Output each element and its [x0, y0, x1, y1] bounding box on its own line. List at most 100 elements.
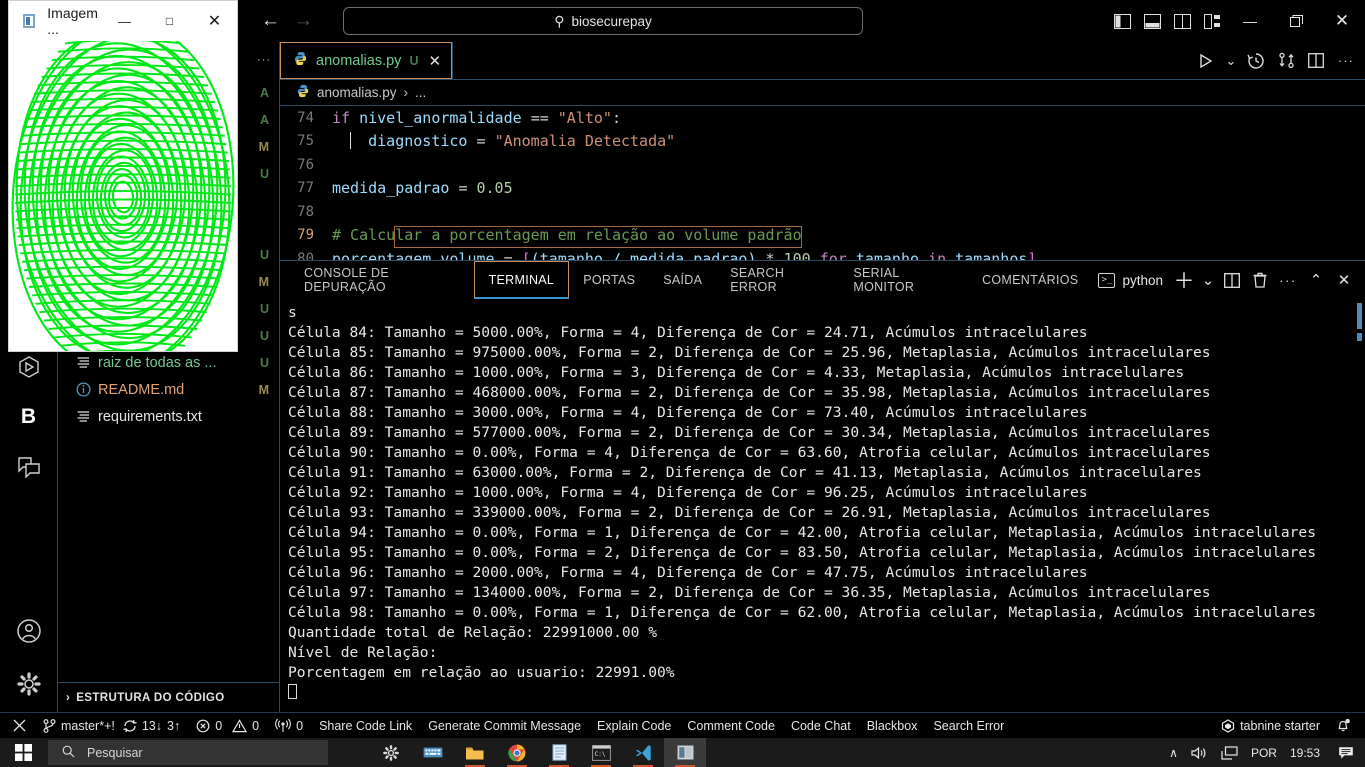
network-icon[interactable]: [1216, 745, 1243, 760]
more-actions-icon[interactable]: ···: [1333, 46, 1359, 76]
python-file-icon: [293, 51, 308, 70]
photos-app-icon[interactable]: [664, 738, 706, 767]
code-line[interactable]: 75 diagnostico = "Anomalia Detectada": [280, 130, 1365, 154]
accounts-icon[interactable]: [0, 606, 58, 656]
code-line[interactable]: 79 # Calcular a porcentagem em relação ao…: [280, 224, 1365, 249]
panel-tab-serial-monitor[interactable]: SERIAL MONITOR: [839, 261, 968, 299]
panel-tab-terminal[interactable]: TERMINAL: [473, 261, 570, 299]
comments-icon[interactable]: [0, 442, 58, 492]
back-arrow-icon[interactable]: ←: [261, 10, 280, 32]
customize-layout-icon[interactable]: [1197, 6, 1227, 36]
panel-tab-coment-rios[interactable]: COMENTÁRIOS: [968, 261, 1092, 299]
panel-tab-console-de-depura-o[interactable]: CONSOLE DE DEPURAÇÃO: [290, 261, 474, 299]
status-command-share-code-link[interactable]: Share Code Link: [311, 713, 420, 739]
status-sync[interactable]: 13↓ 3↑: [123, 713, 188, 739]
code-structure-label: ESTRUTURA DO CÓDIGO: [76, 691, 225, 704]
code-editor[interactable]: 74 if nivel_anormalidade == "Alto": 75 dia…: [280, 106, 1365, 260]
source-control-icon[interactable]: [1273, 46, 1299, 76]
list-item[interactable]: README.md M: [58, 376, 279, 403]
window-restore-button[interactable]: [1273, 0, 1319, 42]
code-structure-section[interactable]: › ESTRUTURA DO CÓDIGO: [58, 682, 279, 712]
tray-language[interactable]: POR: [1246, 746, 1282, 760]
file-explorer-icon[interactable]: [454, 738, 496, 767]
list-item[interactable]: requirements.txt: [58, 403, 279, 430]
forward-arrow-icon[interactable]: →: [294, 10, 313, 32]
terminal-icon: >_: [1098, 272, 1116, 288]
code-line[interactable]: 76: [280, 153, 1365, 177]
git-status-badge: U: [259, 355, 269, 370]
secondary-sidebar-icon[interactable]: [1167, 6, 1197, 36]
terminal-line: Célula 86: Tamanho = 1000.00%, Forma = 3…: [288, 364, 1185, 381]
primary-sidebar-icon[interactable]: [1107, 6, 1137, 36]
line-content: # Calcular a porcentagem em relação ao v…: [332, 226, 802, 249]
keyboard-icon[interactable]: [412, 738, 454, 767]
status-command-code-chat[interactable]: Code Chat: [783, 713, 859, 739]
terminal-line: Quantidade total de Relação: 22991000.00…: [288, 624, 658, 641]
status-command-blackbox[interactable]: Blackbox: [859, 713, 926, 739]
window-minimize-button[interactable]: —: [1227, 0, 1273, 42]
status-command-generate-commit-message[interactable]: Generate Commit Message: [420, 713, 589, 739]
code-line[interactable]: 80 porcentagem_volume = [(tamanho / medid…: [280, 247, 1365, 260]
tray-chevron-up-icon[interactable]: ∧: [1164, 746, 1183, 760]
kill-terminal-icon[interactable]: [1247, 266, 1273, 294]
taskbar-search-input[interactable]: Pesquisar: [48, 740, 328, 765]
image-viewer-close-button[interactable]: ✕: [192, 1, 237, 41]
blackbox-icon[interactable]: B: [0, 392, 58, 442]
terminal-scrollbar-mark: [1357, 333, 1362, 341]
panel-tab-portas[interactable]: PORTAS: [569, 261, 649, 299]
split-terminal-icon[interactable]: [1219, 266, 1245, 294]
list-item[interactable]: raiz de todas as ... U: [58, 349, 279, 376]
window-close-button[interactable]: ✕: [1319, 0, 1365, 42]
breadcrumb-symbol[interactable]: ...: [415, 85, 426, 100]
status-command-search-error[interactable]: Search Error: [925, 713, 1012, 739]
status-tabnine[interactable]: tabnine starter: [1213, 713, 1328, 739]
explorer-more-icon[interactable]: ···: [257, 54, 271, 66]
new-terminal-icon[interactable]: ＋: [1171, 266, 1197, 294]
tray-clock[interactable]: 19:53: [1285, 746, 1325, 760]
notifications-icon[interactable]: [1328, 746, 1359, 760]
command-center-search[interactable]: ⚲ biosecurepay: [343, 7, 864, 35]
code-line[interactable]: 74 if nivel_anormalidade == "Alto":: [280, 106, 1365, 130]
volume-icon[interactable]: [1186, 746, 1213, 760]
timeline-icon[interactable]: [1243, 46, 1269, 76]
vscode-icon[interactable]: [622, 738, 664, 767]
status-ports[interactable]: 0: [267, 713, 311, 739]
image-viewer-maximize-button[interactable]: □: [147, 1, 192, 41]
windows-start-icon[interactable]: [0, 738, 46, 767]
status-problems[interactable]: 0 0: [188, 713, 267, 739]
maximize-panel-icon[interactable]: ⌃: [1303, 266, 1329, 294]
panel-tab-search-error[interactable]: SEARCH ERROR: [716, 261, 839, 299]
terminal-scrollbar-thumb[interactable]: [1357, 303, 1362, 329]
terminal-line: Célula 84: Tamanho = 5000.00%, Forma = 4…: [288, 324, 1088, 341]
code-line[interactable]: 78: [280, 200, 1365, 224]
code-line[interactable]: 77 medida_padrao = 0.05: [280, 177, 1365, 201]
remote-window-icon[interactable]: [0, 713, 35, 739]
more-actions-icon[interactable]: ···: [1275, 266, 1301, 294]
editor-tab-anomalias[interactable]: anomalias.py U ✕: [280, 42, 453, 79]
terminal-selector[interactable]: >_ python: [1092, 272, 1169, 288]
settings-gear-icon[interactable]: [370, 738, 412, 767]
chrome-icon[interactable]: [496, 738, 538, 767]
status-branch[interactable]: master*+!: [35, 713, 123, 739]
command-prompt-icon[interactable]: C:\: [580, 738, 622, 767]
chevron-down-icon[interactable]: ⌄: [1199, 266, 1217, 294]
status-command-comment-code[interactable]: Comment Code: [679, 713, 783, 739]
image-viewer-window[interactable]: Imagem ... — □ ✕: [8, 0, 238, 352]
settings-gear-icon[interactable]: [0, 656, 58, 712]
breadcrumb-file[interactable]: anomalias.py: [317, 85, 397, 100]
panel-icon[interactable]: [1137, 6, 1167, 36]
notepad-icon[interactable]: [538, 738, 580, 767]
run-python-button[interactable]: [1193, 46, 1219, 76]
status-command-explain-code[interactable]: Explain Code: [589, 713, 679, 739]
close-panel-icon[interactable]: ✕: [1331, 266, 1357, 294]
search-icon: [62, 745, 75, 761]
terminal-output[interactable]: s Célula 84: Tamanho = 5000.00%, Forma = …: [280, 299, 1365, 712]
status-notifications-bell[interactable]: [1328, 713, 1365, 739]
chevron-down-icon[interactable]: ⌄: [1223, 46, 1239, 76]
editor-tab-close-icon[interactable]: ✕: [428, 52, 441, 70]
selected-line-box: [394, 226, 802, 249]
split-editor-icon[interactable]: [1303, 46, 1329, 76]
panel-tab-sa-da[interactable]: SAÍDA: [649, 261, 716, 299]
image-viewer-minimize-button[interactable]: —: [102, 1, 147, 41]
python-file-icon: [296, 84, 310, 101]
